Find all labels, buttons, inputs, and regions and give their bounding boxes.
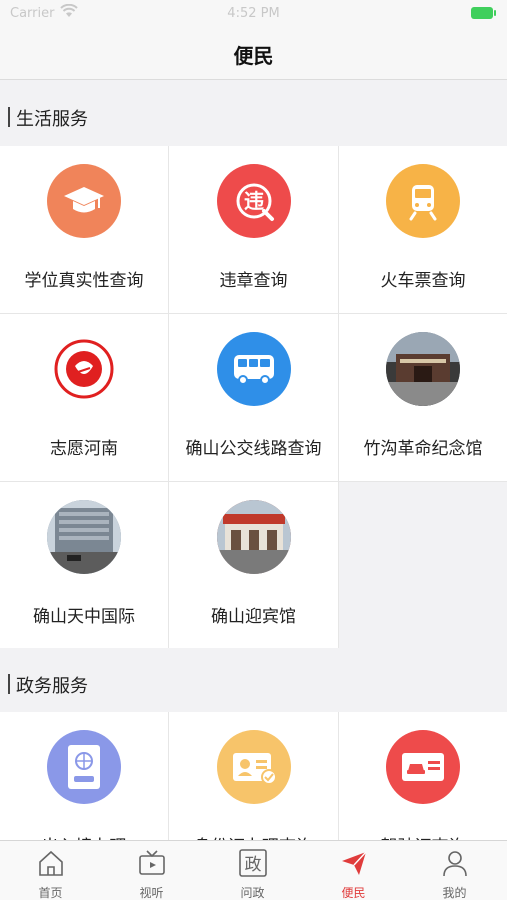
tab-label: 问政 [240, 886, 265, 900]
passport-icon [47, 730, 121, 804]
service-tianzhong-international[interactable]: 确山天中国际 [0, 482, 168, 649]
service-label: 竹沟革命纪念馆 [363, 439, 483, 459]
tab-media[interactable]: 视听 [101, 841, 202, 900]
section-title: 政务服务 [16, 676, 88, 697]
tab-label: 视听 [139, 886, 164, 900]
tv-icon [138, 850, 165, 875]
section-header-life: 生活服务 [0, 81, 507, 145]
service-label: 火车票查询 [380, 271, 466, 291]
violation-icon: 违 [216, 164, 291, 238]
service-traffic-violation[interactable]: 违 违章查询 [169, 146, 338, 313]
section-marker [8, 674, 10, 694]
page-title: 便民 [233, 44, 274, 68]
service-label: 确山公交线路查询 [185, 439, 322, 459]
tab-home[interactable]: 首页 [0, 841, 101, 900]
hotel-building-photo [47, 500, 121, 574]
tab-bar: 首页 视听 政 问政 便民 我的 [0, 840, 507, 900]
memorial-hall-photo [386, 332, 460, 406]
graduation-cap-icon [47, 164, 121, 238]
id-card-icon [216, 730, 291, 804]
tab-label: 便民 [341, 886, 366, 900]
section-header-gov: 政务服务 [0, 648, 507, 712]
service-degree-verification[interactable]: 学位真实性查询 [0, 146, 168, 313]
bus-icon [216, 332, 291, 406]
service-bus-routes[interactable]: 确山公交线路查询 [169, 314, 338, 481]
service-yingbin-guesthouse[interactable]: 确山迎宾馆 [169, 482, 338, 649]
tab-convenience[interactable]: 便民 [303, 841, 404, 900]
user-icon [442, 851, 467, 877]
status-time: 4:52 PM [227, 6, 280, 21]
tab-label: 我的 [442, 886, 467, 900]
service-train-ticket[interactable]: 火车票查询 [339, 146, 507, 313]
tab-label: 首页 [38, 886, 63, 900]
service-label: 违章查询 [219, 271, 288, 291]
paper-plane-icon [341, 851, 367, 875]
tab-inquiry[interactable]: 政 问政 [202, 841, 303, 900]
train-icon [386, 164, 460, 238]
service-label: 学位真实性查询 [24, 271, 144, 291]
service-label: 确山天中国际 [33, 607, 135, 627]
section-title: 生活服务 [16, 109, 88, 130]
tab-mine[interactable]: 我的 [404, 841, 505, 900]
guesthouse-photo [216, 500, 291, 574]
nav-bar: 便民 [0, 28, 507, 80]
service-label: 确山迎宾馆 [211, 607, 296, 627]
service-volunteer-henan[interactable]: 志愿河南 [0, 314, 168, 481]
svg-text:违: 违 [244, 189, 264, 213]
section-marker [8, 107, 10, 127]
service-zhugou-memorial[interactable]: 竹沟革命纪念馆 [339, 314, 507, 481]
volunteer-logo-icon [47, 332, 121, 406]
home-icon [38, 850, 63, 876]
life-services-grid: 学位真实性查询 违 违章查询 火车票查询 志愿河南 确山公交线路查询 竹沟革命纪… [0, 146, 507, 649]
empty-cell [339, 482, 507, 649]
government-icon: 政 [238, 849, 267, 877]
tab-icon-glyph: 政 [244, 855, 261, 875]
status-bar: Carrier 4:52 PM [0, 0, 507, 28]
service-label: 志愿河南 [50, 439, 118, 459]
battery-icon [471, 7, 496, 19]
driver-license-icon [386, 730, 460, 804]
